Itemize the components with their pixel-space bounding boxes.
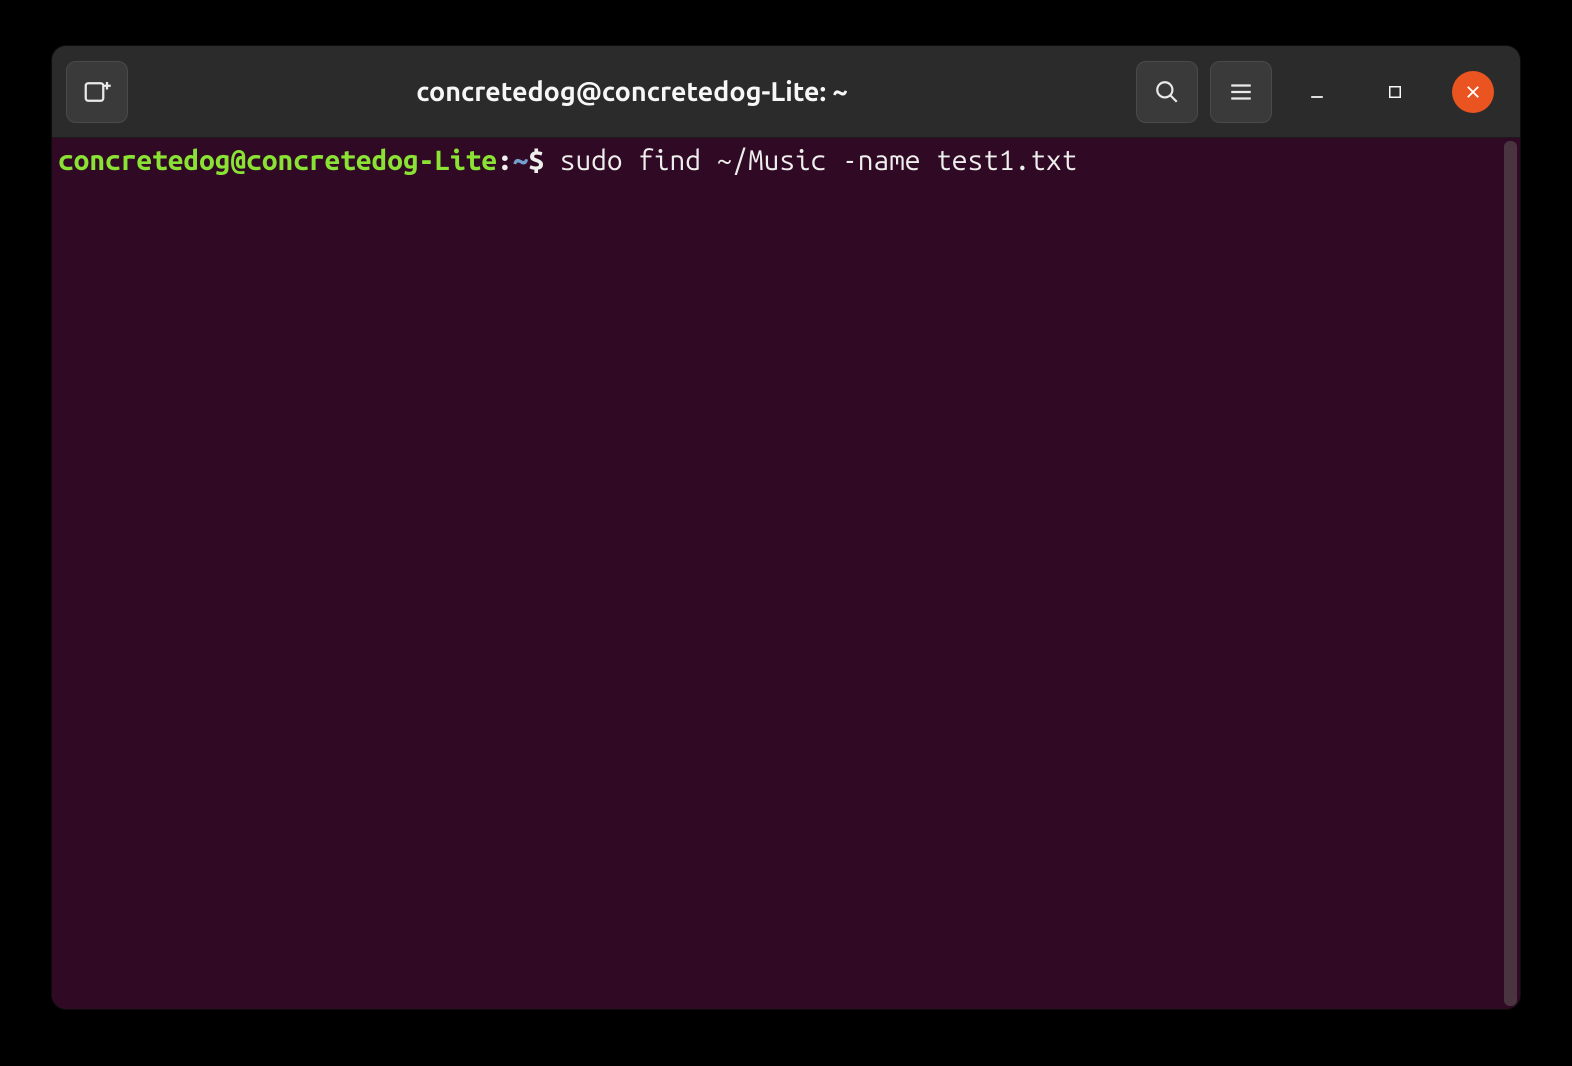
close-icon (1464, 83, 1482, 101)
prompt-cwd: ~ (513, 145, 529, 176)
maximize-button[interactable] (1374, 71, 1416, 113)
maximize-icon (1386, 83, 1404, 101)
prompt-colon: : (497, 145, 513, 176)
minimize-icon (1307, 82, 1327, 102)
terminal-body[interactable]: concretedog@concretedog-Lite:~$ sudo fin… (52, 138, 1504, 1009)
new-tab-button[interactable] (66, 61, 128, 123)
titlebar[interactable]: concretedog@concretedog-Lite: ~ (52, 46, 1520, 138)
scrollbar[interactable] (1504, 141, 1517, 1006)
search-icon (1154, 79, 1180, 105)
terminal-window: concretedog@concretedog-Lite: ~ (52, 46, 1520, 1009)
terminal-body-wrap: concretedog@concretedog-Lite:~$ sudo fin… (52, 138, 1520, 1009)
menu-button[interactable] (1210, 61, 1272, 123)
minimize-button[interactable] (1296, 71, 1338, 113)
prompt-user-host: concretedog@concretedog-Lite (58, 145, 497, 176)
new-tab-icon (82, 77, 112, 107)
close-button[interactable] (1452, 71, 1494, 113)
command-text: sudo find ~/Music -name test1.txt (560, 145, 1077, 176)
window-title: concretedog@concretedog-Lite: ~ (140, 77, 1124, 107)
search-button[interactable] (1136, 61, 1198, 123)
prompt-sigil: $ (528, 145, 559, 176)
hamburger-icon (1228, 79, 1254, 105)
